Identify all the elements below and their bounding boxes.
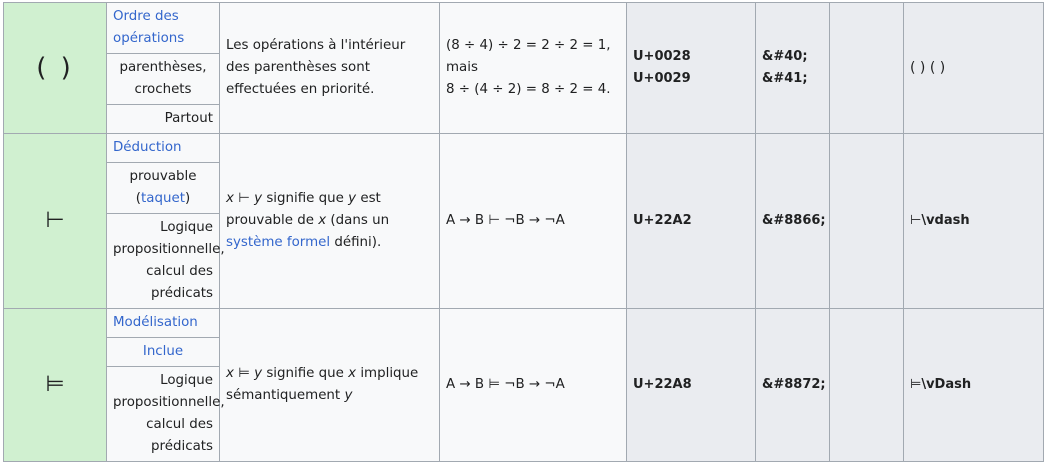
- example-cell: A → B ⊨ ¬B → ¬A: [439, 308, 627, 462]
- math-symbols-table: ( ) Ordre des opérations Les opérations …: [3, 2, 1044, 462]
- empty-cell: [829, 308, 904, 462]
- symbol-name: prouvable: [129, 169, 197, 184]
- var-y: y: [254, 191, 263, 206]
- entity-value: &#41;: [762, 71, 808, 86]
- desc-text: (dans un: [326, 213, 390, 228]
- entity-value: &#40;: [762, 49, 808, 64]
- inclue-link[interactable]: Inclue: [143, 344, 183, 359]
- domain-cell: Partout: [106, 104, 220, 134]
- relation-glyph: ⊢: [233, 191, 255, 206]
- var-x: x: [226, 191, 234, 206]
- desc-text: signifie que: [262, 366, 349, 381]
- example-cell: A → B ⊢ ¬B → ¬A: [439, 133, 627, 309]
- example-cell: (8 ÷ 4) ÷ 2 = 2 ÷ 2 = 1, mais 8 ÷ (4 ÷ 2…: [439, 2, 627, 134]
- symbol-name-cell: prouvable (taquet): [106, 162, 220, 214]
- var-x: x: [348, 366, 357, 381]
- example-line: 8 ÷ (4 ÷ 2) = 8 ÷ 2 = 4.: [446, 82, 611, 97]
- table-row: ⊨ Modélisation x ⊨ y signifie que x impl…: [3, 308, 1044, 462]
- var-y: y: [348, 191, 357, 206]
- taquet-link[interactable]: taquet: [141, 191, 185, 206]
- latex-command: \vDash: [921, 377, 972, 392]
- var-x: x: [226, 366, 234, 381]
- empty-cell: [829, 133, 904, 309]
- html-entity-cell: &#8872;: [755, 308, 830, 462]
- category-cell: Déduction: [106, 133, 220, 163]
- category-link[interactable]: Ordre des opérations: [113, 9, 184, 46]
- description-cell: x ⊢ y signifie que y est prouvable de x …: [219, 133, 440, 309]
- var-y: y: [344, 388, 353, 403]
- category-link[interactable]: Déduction: [113, 140, 182, 155]
- latex-cell: ⊢\vdash: [903, 133, 1044, 309]
- html-entity-cell: &#40; &#41;: [755, 2, 830, 134]
- unicode-cell: U+22A8: [626, 308, 756, 462]
- domain-cell: Logique propositionnelle, calcul des pré…: [106, 213, 225, 309]
- table-row: ( ) Ordre des opérations Les opérations …: [3, 2, 1044, 134]
- category-link[interactable]: Modélisation: [113, 315, 198, 330]
- example-line: (8 ÷ 4) ÷ 2 = 2 ÷ 2 = 1, mais: [446, 38, 611, 75]
- desc-text: défini).: [330, 235, 382, 250]
- relation-glyph: ⊨: [233, 366, 255, 381]
- formal-system-link[interactable]: système formel: [226, 235, 330, 250]
- latex-cell: ( ) ( ): [903, 2, 1044, 134]
- category-cell: Modélisation: [106, 308, 220, 338]
- turnstile-symbol-cell: ⊢: [3, 133, 107, 309]
- category-cell: Ordre des opérations: [106, 2, 220, 54]
- html-entity-cell: &#8866;: [755, 133, 830, 309]
- var-x: x: [318, 213, 327, 228]
- symbol-name-cell: parenthèses, crochets: [106, 53, 220, 105]
- empty-cell: [829, 2, 904, 134]
- latex-command: \vdash: [921, 213, 970, 228]
- symbol-cell: ( ): [3, 2, 107, 134]
- domain-cell: Logique propositionnelle, calcul des pré…: [106, 366, 225, 462]
- latex-glyph: ⊨: [910, 377, 922, 392]
- table-row: ⊢ Déduction x ⊢ y signifie que y est pro…: [3, 133, 1044, 309]
- latex-glyph: ⊢: [910, 213, 922, 228]
- latex-cell: ⊨\vDash: [903, 308, 1044, 462]
- unicode-cell: U+0028 U+0029: [626, 2, 756, 134]
- double-turnstile-symbol-cell: ⊨: [3, 308, 107, 462]
- symbol-name-cell: Inclue: [106, 337, 220, 367]
- description-cell: Les opérations à l'intérieur des parenth…: [219, 2, 440, 134]
- desc-text: signifie que: [262, 191, 349, 206]
- description-cell: x ⊨ y signifie que x implique sémantique…: [219, 308, 440, 462]
- unicode-cell: U+22A2: [626, 133, 756, 309]
- var-y: y: [254, 366, 263, 381]
